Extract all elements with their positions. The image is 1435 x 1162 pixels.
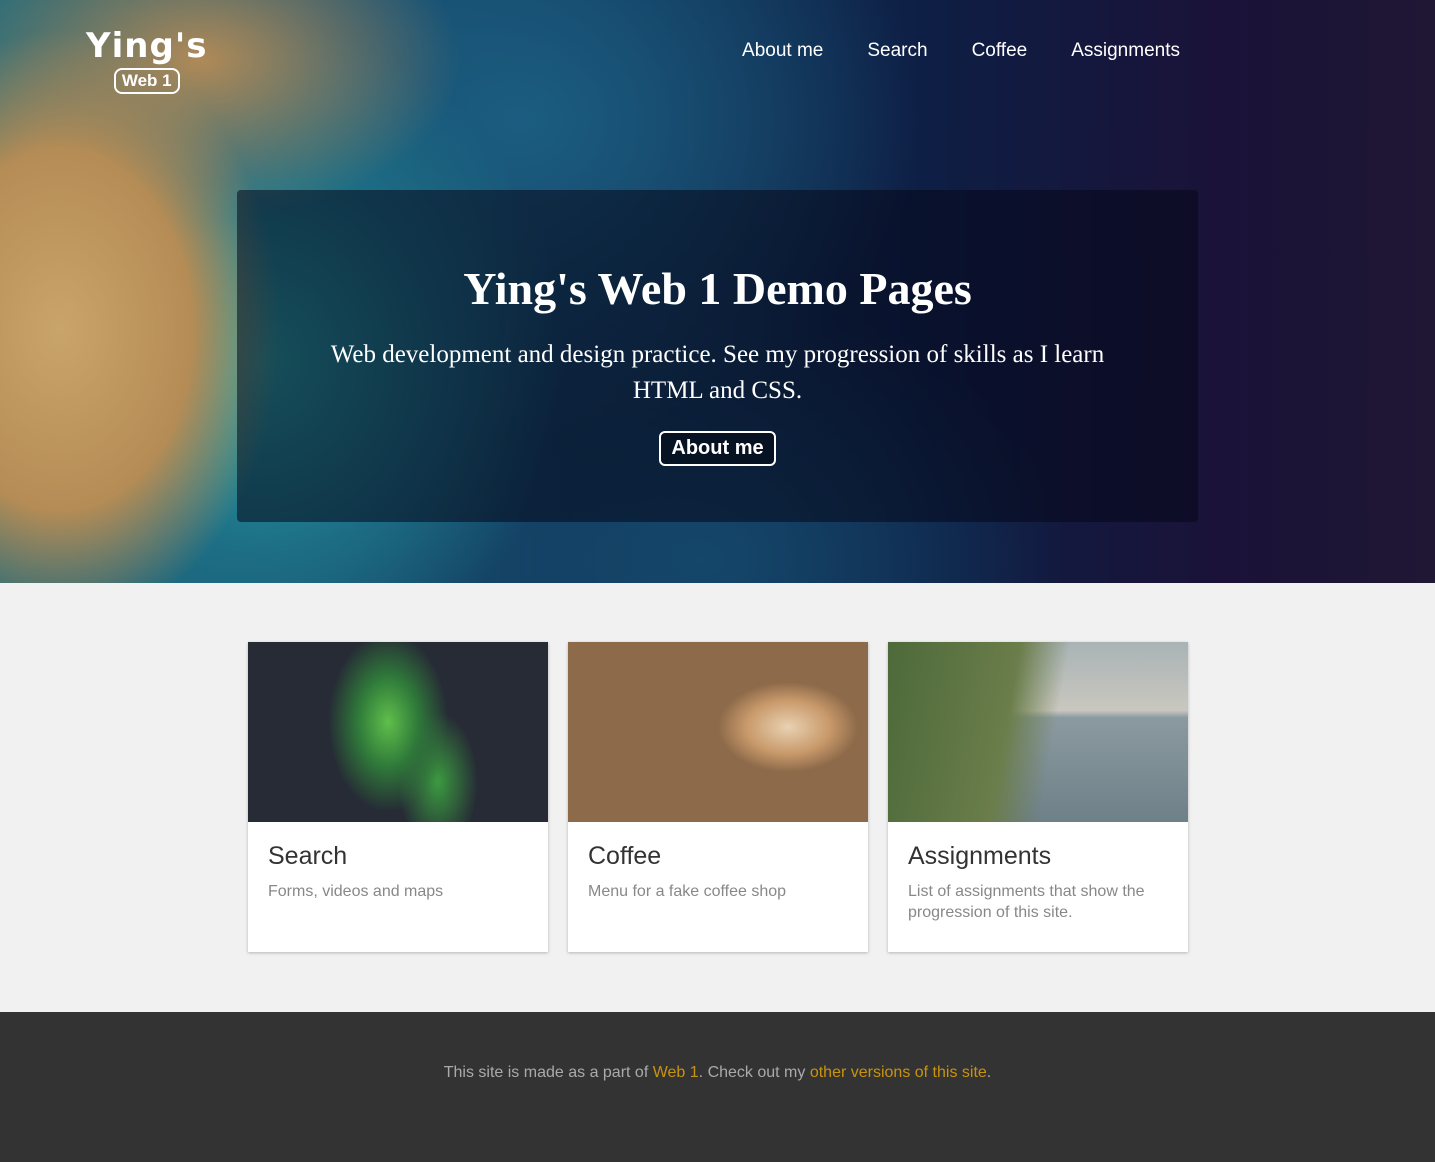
coast-image (888, 642, 1188, 822)
footer-text: . Check out my (698, 1064, 810, 1081)
web1-link[interactable]: Web 1 (653, 1064, 699, 1081)
logo-title: Ying's (86, 26, 208, 66)
card-list: Search Forms, videos and maps Coffee Men… (248, 642, 1188, 952)
card-description: Forms, videos and maps (268, 883, 444, 900)
hero: Ying's Web 1 About me Search Coffee Assi… (0, 0, 1435, 583)
card-title: Search (268, 842, 348, 870)
card-coffee[interactable]: Coffee Menu for a fake coffee shop (568, 642, 868, 952)
nav-assignments[interactable]: Assignments (1071, 40, 1180, 62)
card-title: Assignments (908, 842, 1052, 870)
main-nav: About me Search Coffee Assignments (742, 40, 1180, 62)
other-versions-link[interactable]: other versions of this site (810, 1064, 987, 1081)
nav-search[interactable]: Search (867, 40, 927, 62)
card-assignments[interactable]: Assignments List of assignments that sho… (888, 642, 1188, 952)
about-me-button[interactable]: About me (659, 431, 776, 466)
card-description: Menu for a fake coffee shop (588, 883, 787, 900)
footer-text: This site is made as a part of (443, 1064, 653, 1081)
card-description: List of assignments that show the progre… (908, 883, 1145, 921)
coffee-image (568, 642, 868, 822)
aurora-image (248, 642, 548, 822)
hero-title: Ying's Web 1 Demo Pages (463, 263, 972, 314)
site-logo[interactable]: Ying's Web 1 (86, 26, 207, 94)
card-search[interactable]: Search Forms, videos and maps (248, 642, 548, 952)
footer: This site is made as a part of Web 1. Ch… (0, 1012, 1435, 1162)
footer-text: . (986, 1064, 992, 1081)
hero-subtitle: Web development and design practice. See… (330, 341, 1105, 404)
hero-panel: Ying's Web 1 Demo Pages Web development … (237, 190, 1198, 522)
nav-coffee[interactable]: Coffee (972, 40, 1028, 62)
logo-badge: Web 1 (113, 68, 180, 94)
card-title: Coffee (588, 842, 662, 870)
nav-about-me[interactable]: About me (742, 40, 823, 62)
